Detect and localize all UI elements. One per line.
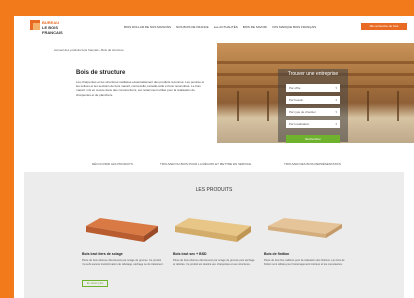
breadcrumb[interactable]: Accueil des produits bois français › Boi… — [54, 48, 124, 52]
product-description: Pièce de bois obtenue directement par sc… — [82, 259, 164, 266]
product-card-2[interactable]: Bois brut sec + BSD Pièce de bois obtenu… — [169, 204, 257, 292]
chevron-down-icon: ▾ — [335, 122, 337, 126]
nav-item-4[interactable]: BOIS DE SAVOIR — [243, 25, 267, 29]
chevron-down-icon: ▾ — [335, 98, 337, 102]
search-field-label: Par localisation — [289, 122, 310, 126]
hero-beam-1 — [217, 61, 414, 64]
search-field-type[interactable]: Par type de chantier ▾ — [286, 108, 340, 116]
main-nav: BOIS DOLLAR DE NOS MAISONS NOS BOIS DE F… — [124, 25, 316, 29]
site-header: BUREAU LE BOIS FRANCAIS BOIS DOLLAR DE N… — [14, 16, 414, 38]
nav-item-1[interactable]: BOIS DOLLAR DE NOS MAISONS — [124, 25, 171, 29]
chevron-down-icon: ▾ — [335, 86, 337, 90]
search-field-label: Par type de chantier — [289, 110, 316, 114]
info-strip: DÉCOUVRIR LES PRODUITS TROUVER DU BOIS P… — [14, 144, 414, 172]
hero-title: Bois de structure — [76, 70, 126, 76]
product-card-1[interactable]: Bois brut tiers de sciage Pièce de bois … — [78, 204, 166, 292]
logo-text-3: FRANCAIS — [42, 30, 63, 35]
search-field-location[interactable]: Par localisation ▾ — [286, 120, 340, 128]
product-description: Pièce de bois obtenue directement par sc… — [173, 259, 255, 266]
search-field-basin[interactable]: Par bassin ▾ — [286, 96, 340, 104]
product-name: Bois de finition — [264, 252, 290, 256]
read-more-button[interactable]: En savoir plus — [82, 280, 108, 287]
nav-item-5[interactable]: VOS MARQUE BOIS FRANÇAIS — [272, 25, 316, 29]
hero-description: Les charpentes et les structures réalisé… — [76, 80, 205, 97]
search-title: Trouver une entreprise — [287, 71, 339, 77]
search-panel: Trouver une entreprise Par offre ▾ Par b… — [278, 69, 348, 143]
search-field-label: Par offre — [289, 86, 301, 90]
nav-item-2[interactable]: NOS BOIS DE FRANCE — [176, 25, 209, 29]
search-field-label: Par bassin — [289, 98, 304, 102]
product-image-2 — [169, 204, 257, 248]
products-title: LES PRODUITS — [195, 187, 233, 193]
logo[interactable]: BUREAU LE BOIS FRANCAIS — [30, 20, 70, 36]
product-image-1 — [78, 204, 166, 248]
nav-item-3[interactable]: Les ACTUALITÉS — [214, 25, 238, 29]
hero-post-4 — [397, 91, 399, 121]
hero-post-3 — [367, 91, 369, 121]
products-section: LES PRODUITS Bois brut tiers de sciage P… — [24, 172, 404, 298]
info-link-3[interactable]: TROUVER DES BOIS REPRÉSENTATIFS — [284, 162, 341, 166]
chevron-down-icon: ▾ — [335, 110, 337, 114]
search-field-offer[interactable]: Par offre ▾ — [286, 84, 340, 92]
hero-post-2 — [267, 91, 269, 121]
product-description: Pièce de bois fine calibrée pour la réal… — [264, 259, 345, 266]
web-page: BUREAU LE BOIS FRANCAIS BOIS DOLLAR DE N… — [14, 16, 414, 298]
search-button[interactable]: Rechercher — [286, 135, 340, 143]
logo-mark-inner — [33, 23, 40, 30]
hero-post-1 — [237, 91, 239, 121]
product-name: Bois brut tiers de sciage — [82, 252, 123, 256]
info-link-2[interactable]: TROUVER DU BOIS POUR LA RÉGION ET METTRE… — [160, 162, 251, 166]
product-card-3[interactable]: Bois de finition Pièce de bois fine cali… — [260, 204, 348, 292]
header-cta-button[interactable]: Ma recherche de bois — [361, 23, 407, 30]
product-image-3 — [260, 204, 348, 248]
product-name: Bois brut sec + BSD — [173, 252, 207, 256]
info-link-1[interactable]: DÉCOUVRIR LES PRODUITS — [92, 162, 133, 166]
